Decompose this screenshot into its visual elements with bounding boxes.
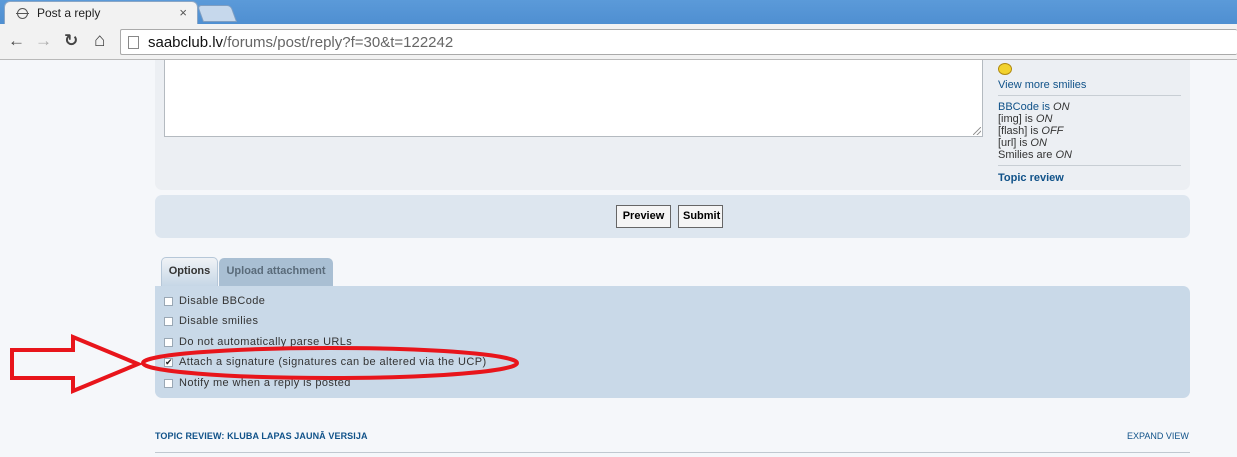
option-checkbox[interactable] [164, 297, 173, 306]
site-favicon-icon [16, 8, 29, 19]
bbcode-status: BBCode is ON [998, 101, 1181, 113]
option-label: Attach a signature (signatures can be al… [179, 356, 487, 368]
home-icon[interactable]: ⌂ [94, 31, 105, 50]
submit-button[interactable]: Submit [678, 205, 723, 228]
flash-status: [flash] is OFF [998, 125, 1181, 137]
option-checkbox[interactable] [164, 338, 173, 347]
back-icon[interactable]: ← [8, 32, 25, 50]
preview-button[interactable]: Preview [616, 205, 671, 228]
img-label: [img] is [998, 113, 1036, 125]
forward-icon[interactable]: → [35, 32, 52, 50]
flash-label: [flash] is [998, 125, 1042, 137]
browser-tabstrip: Post a reply × [0, 0, 1237, 25]
img-status: [img] is ON [998, 113, 1181, 125]
url-label: [url] is [998, 137, 1031, 149]
option-label: Disable BBCode [179, 295, 266, 307]
tab-title: Post a reply [37, 6, 101, 20]
flash-state: OFF [1041, 125, 1064, 137]
topic-review-link[interactable]: Topic review [998, 172, 1181, 184]
smilies-state: ON [1055, 149, 1072, 161]
option-checkbox[interactable]: ✔ [164, 358, 173, 367]
img-state: ON [1035, 113, 1053, 125]
message-textarea[interactable] [164, 60, 983, 137]
topic-review-heading: TOPIC REVIEW: KLUBA LAPAS JAUNĀ VERSIJA [155, 431, 368, 441]
option-checkbox[interactable] [164, 317, 173, 326]
browser-toolbar: ← → ↻ ⌂ saabclub.lv/forums/post/reply?f=… [0, 24, 1237, 60]
view-more-smilies-link[interactable]: View more smilies [998, 79, 1181, 91]
page-icon [128, 36, 139, 49]
expand-view-link[interactable]: EXPAND VIEW [1127, 431, 1189, 441]
url-host: saabclub.lv [148, 34, 224, 51]
resize-grip-icon[interactable] [973, 127, 981, 135]
smilies-status: Smilies are ON [998, 149, 1181, 161]
option-label: Disable smilies [179, 315, 259, 327]
url-state: ON [1030, 137, 1047, 149]
url-status: [url] is ON [998, 137, 1181, 149]
smilies-label: Smilies are [998, 149, 1056, 161]
browser-tab[interactable]: Post a reply × [4, 1, 198, 25]
sidebar-divider [998, 95, 1181, 96]
sidebar-divider [998, 165, 1181, 166]
new-tab-button[interactable] [196, 5, 238, 22]
tab-options[interactable]: Options [161, 257, 218, 286]
editor-sidebar: View more smilies BBCode is ON [img] is … [998, 60, 1181, 184]
reload-icon[interactable]: ↻ [64, 32, 78, 50]
bbcode-link[interactable]: BBCode is [998, 101, 1053, 113]
bbcode-state: ON [1053, 101, 1070, 113]
url-text: saabclub.lv/forums/post/reply?f=30&t=122… [148, 34, 453, 51]
tab-close-icon[interactable]: × [179, 5, 187, 20]
option-label: Do not automatically parse URLs [179, 336, 353, 348]
address-bar[interactable]: saabclub.lv/forums/post/reply?f=30&t=122… [120, 29, 1237, 55]
option-label: Notify me when a reply is posted [179, 377, 351, 389]
option-checkbox[interactable] [164, 379, 173, 388]
footer-divider [155, 452, 1190, 453]
smiley-icon[interactable] [998, 63, 1012, 75]
tab-upload-attachment[interactable]: Upload attachment [219, 258, 333, 286]
submit-panel: Preview Submit [155, 195, 1190, 238]
url-path: /forums/post/reply?f=30&t=122242 [223, 34, 454, 51]
annotation-arrow-icon [10, 334, 144, 394]
